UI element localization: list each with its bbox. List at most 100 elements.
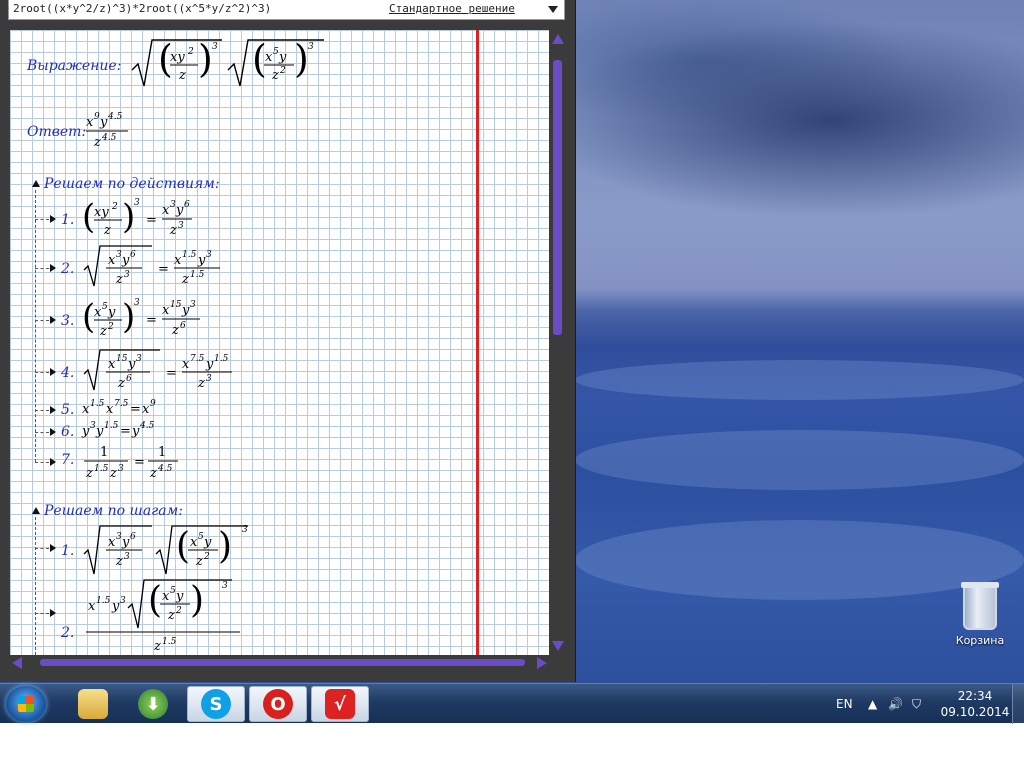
svg-text:1.5: 1.5	[104, 421, 119, 431]
svg-text:z: z	[153, 639, 161, 654]
svg-text:6: 6	[126, 374, 132, 384]
svg-text:x: x	[162, 303, 170, 318]
svg-text:6: 6	[130, 250, 136, 260]
expression-input-text[interactable]: 2root((x*y^2/z)^3)*2root((x^5*y/z^2)^3)	[13, 2, 271, 15]
vertical-scrollbar[interactable]	[550, 30, 566, 655]
action-formula: ( x5y z2 ) 3 = x 15 y 3 z6	[82, 297, 200, 339]
horizontal-scrollbar[interactable]	[10, 656, 549, 670]
svg-text:z: z	[85, 466, 93, 481]
expand-step-icon[interactable]	[50, 316, 56, 324]
svg-text:1.5: 1.5	[94, 464, 109, 474]
svg-text:1.5: 1.5	[182, 250, 197, 260]
step-number: 2.	[61, 625, 75, 641]
action-formula: ( xy 2 z ) 3 = x3y6 z3	[82, 197, 192, 238]
collapse-actions-icon[interactable]	[32, 180, 40, 187]
start-button[interactable]	[6, 686, 46, 722]
svg-text:=: =	[166, 366, 177, 381]
worksheet: Выражение: ( xy 2 z ) 3 ( x5y z2 ) 3 Отве…	[10, 30, 549, 655]
svg-text:4.5: 4.5	[139, 421, 155, 431]
taskbar: ⬇ S O √ EN ▲ 🔊 ⛉ 22:34 09.10.2014	[0, 683, 1024, 724]
scroll-thumb[interactable]	[553, 60, 562, 335]
action-number: 2.	[61, 261, 75, 277]
network-icon[interactable]: ⛉	[912, 684, 921, 724]
svg-text:3: 3	[136, 354, 142, 364]
download-arrow-icon: ⬇	[138, 689, 168, 719]
svg-text:y: y	[175, 589, 184, 604]
svg-text:x: x	[162, 589, 170, 604]
svg-text:y: y	[175, 203, 184, 218]
scroll-left-icon[interactable]	[12, 657, 22, 669]
svg-text:y: y	[107, 305, 116, 320]
svg-text:x: x	[174, 253, 182, 268]
expand-step-icon[interactable]	[50, 544, 56, 552]
action-number: 5.	[61, 402, 75, 418]
svg-text:2: 2	[187, 47, 194, 57]
show-desktop-button[interactable]	[1012, 684, 1024, 724]
windows-logo-icon	[18, 696, 34, 712]
svg-text:6: 6	[130, 532, 136, 542]
svg-text:y: y	[111, 599, 120, 614]
recycle-bin[interactable]: Корзина	[950, 582, 1010, 647]
taskbar-file-explorer[interactable]	[64, 686, 122, 722]
volume-icon[interactable]: 🔊	[888, 684, 903, 724]
taskbar-skype[interactable]: S	[187, 686, 245, 722]
language-indicator[interactable]: EN	[836, 684, 853, 724]
svg-text:x: x	[108, 357, 116, 372]
svg-text:y: y	[81, 424, 90, 439]
taskbar-opera[interactable]: O	[249, 686, 307, 722]
action-number: 7.	[61, 452, 75, 468]
svg-text:3: 3	[134, 298, 140, 308]
svg-text:15: 15	[170, 300, 182, 310]
svg-text:=: =	[146, 213, 157, 228]
svg-text:y: y	[278, 50, 287, 65]
math-solver-window: 2root((x*y^2/z)^3)*2root((x^5*y/z^2)^3) …	[0, 0, 576, 682]
svg-text:z: z	[109, 466, 117, 481]
svg-text:1: 1	[158, 445, 166, 460]
svg-text:xy: xy	[94, 205, 109, 220]
svg-text:3: 3	[120, 596, 126, 606]
svg-text:x: x	[108, 535, 116, 550]
svg-text:z: z	[271, 68, 279, 83]
clock-time: 22:34	[957, 689, 993, 703]
svg-text:x: x	[162, 203, 170, 218]
expand-step-icon[interactable]	[50, 215, 56, 223]
svg-text:y: y	[95, 424, 104, 439]
expand-step-icon[interactable]	[50, 609, 56, 617]
scroll-right-icon[interactable]	[537, 657, 547, 669]
expand-step-icon[interactable]	[50, 428, 56, 436]
svg-text:2: 2	[107, 322, 114, 332]
answer-label: Ответ:	[27, 124, 87, 140]
scroll-up-icon[interactable]	[552, 34, 564, 44]
svg-text:xy: xy	[170, 50, 185, 65]
svg-text:y: y	[127, 357, 136, 372]
svg-text:=: =	[158, 262, 169, 277]
svg-text:y: y	[121, 253, 130, 268]
svg-text:4.5: 4.5	[101, 133, 117, 143]
actions-heading: Решаем по действиям:	[44, 176, 220, 192]
svg-text:1.5: 1.5	[190, 270, 205, 280]
svg-text:x: x	[88, 599, 96, 614]
taskbar-downloader[interactable]: ⬇	[124, 686, 182, 722]
svg-text:z: z	[167, 608, 175, 623]
expand-step-icon[interactable]	[50, 406, 56, 414]
svg-text:z: z	[195, 554, 203, 569]
expand-step-icon[interactable]	[50, 458, 56, 466]
svg-text:z: z	[117, 376, 125, 391]
expression-input[interactable]: 2root((x*y^2/z)^3)*2root((x^5*y/z^2)^3) …	[8, 0, 565, 20]
clock-date: 09.10.2014	[940, 705, 1010, 719]
action-formula: y 3 y 1.5 = y 4.5	[81, 421, 155, 439]
scroll-down-icon[interactable]	[552, 641, 564, 651]
svg-text:3: 3	[206, 374, 212, 384]
mode-select[interactable]: Стандартное решение	[389, 0, 515, 18]
taskbar-math-solver[interactable]: √	[311, 686, 369, 722]
chevron-down-icon[interactable]	[548, 6, 558, 13]
scroll-thumb[interactable]	[40, 659, 525, 666]
expand-step-icon[interactable]	[50, 264, 56, 272]
show-hidden-icons-icon[interactable]: ▲	[868, 684, 877, 724]
collapse-steps-icon[interactable]	[32, 507, 40, 514]
svg-text:15: 15	[116, 354, 128, 364]
folder-icon	[78, 689, 108, 719]
action-formula: x 1.5 x 7.5 = x9	[82, 399, 156, 417]
expand-step-icon[interactable]	[50, 368, 56, 376]
clock[interactable]: 22:34 09.10.2014	[940, 688, 1010, 720]
